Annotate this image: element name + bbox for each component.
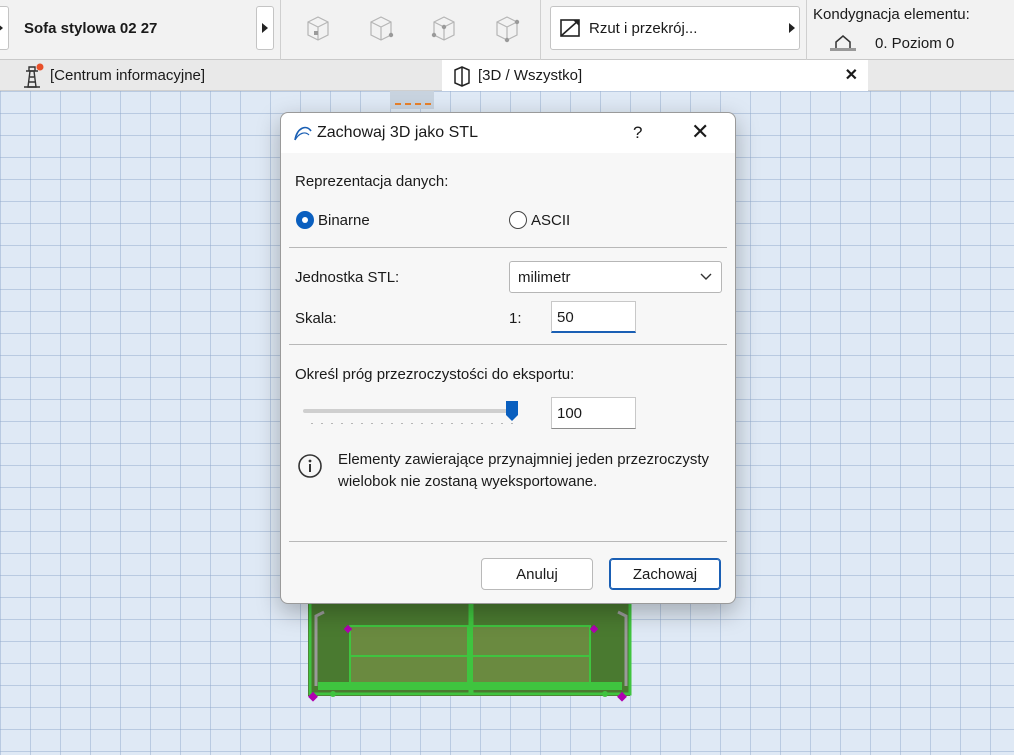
marquee-marker-line: [395, 103, 431, 105]
divider: [289, 541, 727, 542]
plan-section-icon: [560, 19, 580, 37]
top-toolbar: Sofa stylowa 02 27 Rzut i przekrój... Ko…: [0, 0, 1014, 60]
radio-ascii[interactable]: [509, 211, 527, 229]
tab-3d-view-label: [3D / Wszystko]: [478, 67, 583, 84]
story-level-icon: [830, 35, 856, 51]
divider: [289, 247, 727, 248]
transparency-slider[interactable]: [303, 409, 515, 413]
view-3d-cube-icon[interactable]: [363, 12, 397, 44]
chevron-down-icon: [700, 273, 712, 280]
scale-value: 50: [557, 309, 574, 326]
tab-info-center-label: [Centrum informacyjne]: [50, 67, 206, 84]
dialog-title: Zachowaj 3D jako STL: [317, 124, 478, 141]
data-representation-label: Reprezentacja danych:: [295, 173, 449, 190]
element-name: Sofa stylowa 02 27: [24, 19, 158, 37]
toolbar-divider: [540, 0, 541, 60]
radio-ascii-label[interactable]: ASCII: [531, 212, 570, 229]
info-center-lighthouse-icon: [24, 63, 44, 88]
tab-info-center[interactable]: [Centrum informacyjne]: [20, 60, 205, 91]
view-3d-cube-icon[interactable]: [426, 12, 460, 44]
plan-section-dropdown[interactable]: Rzut i przekrój...: [550, 6, 800, 50]
tab-3d-view[interactable]: [3D / Wszystko] ✕: [442, 60, 868, 91]
view-3d-tab-icon: [454, 65, 470, 87]
arrow-right-icon[interactable]: [0, 6, 9, 50]
transparency-value: 100: [557, 405, 583, 422]
transparency-label: Określ próg przezroczystości do eksportu…: [295, 366, 575, 383]
transparency-input[interactable]: 100: [551, 397, 636, 429]
view-3d-cube-icon[interactable]: [489, 12, 523, 44]
plan-section-label: Rzut i przekrój...: [589, 20, 698, 37]
save-button[interactable]: Zachowaj: [609, 558, 721, 590]
scale-prefix: 1:: [509, 310, 522, 327]
cancel-button[interactable]: Anuluj: [481, 558, 593, 590]
arrow-right-icon[interactable]: [783, 7, 801, 49]
sofa-model[interactable]: [300, 596, 640, 716]
save-stl-dialog: Zachowaj 3D jako STL ? ✕ Reprezentacja d…: [280, 112, 736, 604]
dialog-titlebar[interactable]: Zachowaj 3D jako STL ? ✕: [281, 113, 735, 153]
divider: [289, 344, 727, 345]
scale-input[interactable]: 50: [551, 301, 636, 333]
close-icon[interactable]: ✕: [691, 121, 709, 143]
view-3d-cube-icon[interactable]: [300, 12, 334, 44]
archicad-logo-icon: [294, 126, 312, 141]
story-title: Kondygnacja elementu:: [813, 6, 970, 23]
toolbar-divider: [280, 0, 281, 60]
stl-unit-select[interactable]: milimetr: [509, 261, 722, 293]
radio-binary[interactable]: [296, 211, 314, 229]
tab-bar: [Centrum informacyjne] [3D / Wszystko] ✕: [0, 60, 1014, 91]
info-message: Elementy zawierające przynajmniej jeden …: [338, 451, 709, 490]
element-settings-arrow-button[interactable]: [256, 6, 274, 50]
transparency-slider-thumb[interactable]: [506, 401, 518, 421]
story-value[interactable]: 0. Poziom 0: [875, 35, 954, 52]
stl-unit-value: milimetr: [518, 269, 571, 286]
toolbar-divider: [806, 0, 807, 60]
help-button[interactable]: ?: [633, 123, 642, 143]
radio-binary-label[interactable]: Binarne: [318, 212, 370, 229]
scale-label: Skala:: [295, 310, 337, 327]
stl-unit-label: Jednostka STL:: [295, 269, 400, 286]
close-icon[interactable]: ✕: [845, 65, 858, 85]
marquee-marker: [390, 91, 434, 109]
slider-ticks: [307, 422, 513, 425]
info-icon: [298, 454, 322, 478]
